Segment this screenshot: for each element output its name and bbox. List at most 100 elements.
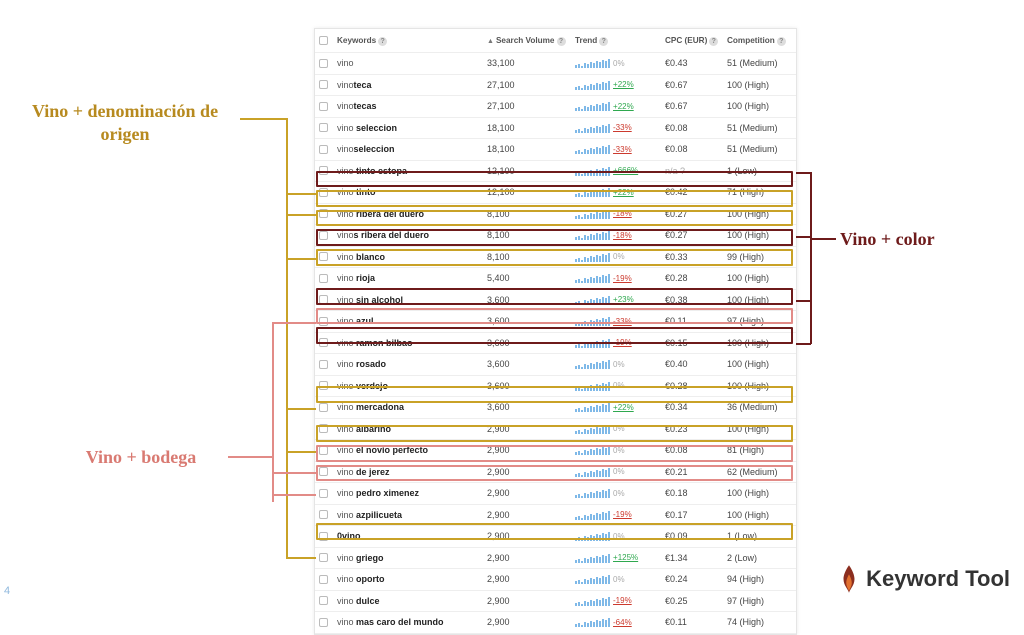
row-checkbox[interactable]: [319, 489, 328, 498]
keyword-cell[interactable]: vino mercadona: [337, 402, 487, 412]
row-checkbox[interactable]: [319, 295, 328, 304]
trend-cell: 0%: [575, 424, 665, 434]
volume-cell: 2,900: [487, 596, 575, 606]
cpc-cell: €0.21: [665, 467, 727, 477]
table-row: vino rosado3,6000%€0.40100 (High): [315, 354, 796, 376]
row-checkbox[interactable]: [319, 166, 328, 175]
table-row: vino griego2,900+125%€1.342 (Low): [315, 548, 796, 570]
keyword-cell[interactable]: vino blanco: [337, 252, 487, 262]
help-icon[interactable]: ?: [709, 37, 718, 46]
row-checkbox[interactable]: [319, 80, 328, 89]
row-checkbox[interactable]: [319, 338, 328, 347]
competition-cell: 2 (Low): [727, 553, 799, 563]
keyword-cell[interactable]: vino pedro ximenez: [337, 488, 487, 498]
row-checkbox[interactable]: [319, 403, 328, 412]
volume-cell: 12,100: [487, 166, 575, 176]
header-keywords[interactable]: Keywords?: [337, 36, 487, 46]
cpc-cell: €0.28: [665, 381, 727, 391]
row-checkbox[interactable]: [319, 553, 328, 562]
row-checkbox[interactable]: [319, 59, 328, 68]
row-checkbox[interactable]: [319, 145, 328, 154]
keyword-cell[interactable]: vino oporto: [337, 574, 487, 584]
row-checkbox[interactable]: [319, 467, 328, 476]
cpc-cell: €0.40: [665, 359, 727, 369]
keyword-cell[interactable]: vino verdejo: [337, 381, 487, 391]
help-icon[interactable]: ?: [378, 37, 387, 46]
row-checkbox[interactable]: [319, 317, 328, 326]
row-checkbox[interactable]: [319, 188, 328, 197]
table-row: vinoteca27,100+22%€0.67100 (High): [315, 75, 796, 97]
row-checkbox[interactable]: [319, 231, 328, 240]
keyword-cell[interactable]: vinoteca: [337, 80, 487, 90]
keyword-cell[interactable]: 0vino: [337, 531, 487, 541]
trend-cell: 0%: [575, 252, 665, 262]
header-checkbox[interactable]: [319, 36, 337, 45]
header-cpc[interactable]: CPC (EUR)?: [665, 36, 727, 46]
header-search-volume[interactable]: Search Volume?: [487, 36, 575, 46]
cpc-cell: €0.09: [665, 531, 727, 541]
logo-text: Keyword Tool: [866, 566, 1010, 592]
volume-cell: 2,900: [487, 553, 575, 563]
keyword-cell[interactable]: vino el novio perfecto: [337, 445, 487, 455]
keyword-cell[interactable]: vino tinto estopa: [337, 166, 487, 176]
keyword-cell[interactable]: vinotecas: [337, 101, 487, 111]
help-icon[interactable]: ?: [777, 37, 786, 46]
cpc-cell: €0.67: [665, 80, 727, 90]
keyword-cell[interactable]: vino rosado: [337, 359, 487, 369]
competition-cell: 36 (Medium): [727, 402, 799, 412]
competition-cell: 81 (High): [727, 445, 799, 455]
row-checkbox[interactable]: [319, 123, 328, 132]
table-row: vino sin alcohol3,600+23%€0.38100 (High): [315, 290, 796, 312]
table-row: vino de jerez2,9000%€0.2162 (Medium): [315, 462, 796, 484]
trend-cell: 0%: [575, 467, 665, 477]
keyword-cell[interactable]: vino seleccion: [337, 123, 487, 133]
help-icon[interactable]: ?: [599, 37, 608, 46]
competition-cell: 99 (High): [727, 252, 799, 262]
volume-cell: 3,600: [487, 316, 575, 326]
keyword-cell[interactable]: vinoseleccion: [337, 144, 487, 154]
competition-cell: 100 (High): [727, 424, 799, 434]
row-checkbox[interactable]: [319, 596, 328, 605]
competition-cell: 100 (High): [727, 80, 799, 90]
keyword-cell[interactable]: vino tinto: [337, 187, 487, 197]
row-checkbox[interactable]: [319, 102, 328, 111]
row-checkbox[interactable]: [319, 532, 328, 541]
table-row: vino mas caro del mundo2,900-64%€0.1174 …: [315, 612, 796, 634]
header-trend[interactable]: Trend?: [575, 36, 665, 46]
row-checkbox[interactable]: [319, 424, 328, 433]
keyword-cell[interactable]: vino rioja: [337, 273, 487, 283]
trend-cell: +23%: [575, 295, 665, 305]
keyword-cell[interactable]: vino griego: [337, 553, 487, 563]
row-checkbox[interactable]: [319, 274, 328, 283]
cpc-cell: €0.25: [665, 596, 727, 606]
keyword-cell[interactable]: vino ribera del duero: [337, 209, 487, 219]
table-row: vino verdejo3,6000%€0.28100 (High): [315, 376, 796, 398]
keyword-cell[interactable]: vino sin alcohol: [337, 295, 487, 305]
keyword-cell[interactable]: vinos ribera del duero: [337, 230, 487, 240]
row-checkbox[interactable]: [319, 446, 328, 455]
row-checkbox[interactable]: [319, 575, 328, 584]
flame-icon: [838, 565, 860, 593]
row-checkbox[interactable]: [319, 252, 328, 261]
table-body: vino33,1000%€0.4351 (Medium)vinoteca27,1…: [315, 53, 796, 634]
keyword-cell[interactable]: vino de jerez: [337, 467, 487, 477]
cpc-cell: €0.17: [665, 510, 727, 520]
header-competition[interactable]: Competition?: [727, 36, 799, 46]
volume-cell: 8,100: [487, 230, 575, 240]
keyword-cell[interactable]: vino: [337, 58, 487, 68]
row-checkbox[interactable]: [319, 209, 328, 218]
keyword-cell[interactable]: vino azul: [337, 316, 487, 326]
row-checkbox[interactable]: [319, 381, 328, 390]
keyword-cell[interactable]: vino azpilicueta: [337, 510, 487, 520]
trend-cell: -18%: [575, 209, 665, 219]
help-icon[interactable]: ?: [557, 37, 566, 46]
row-checkbox[interactable]: [319, 618, 328, 627]
keyword-cell[interactable]: vino albariño: [337, 424, 487, 434]
table-row: vinoseleccion18,100-33%€0.0851 (Medium): [315, 139, 796, 161]
keyword-cell[interactable]: vino dulce: [337, 596, 487, 606]
table-row: vino dulce2,900-19%€0.2597 (High): [315, 591, 796, 613]
row-checkbox[interactable]: [319, 510, 328, 519]
row-checkbox[interactable]: [319, 360, 328, 369]
keyword-cell[interactable]: vino mas caro del mundo: [337, 617, 487, 627]
keyword-cell[interactable]: vino ramon bilbao: [337, 338, 487, 348]
